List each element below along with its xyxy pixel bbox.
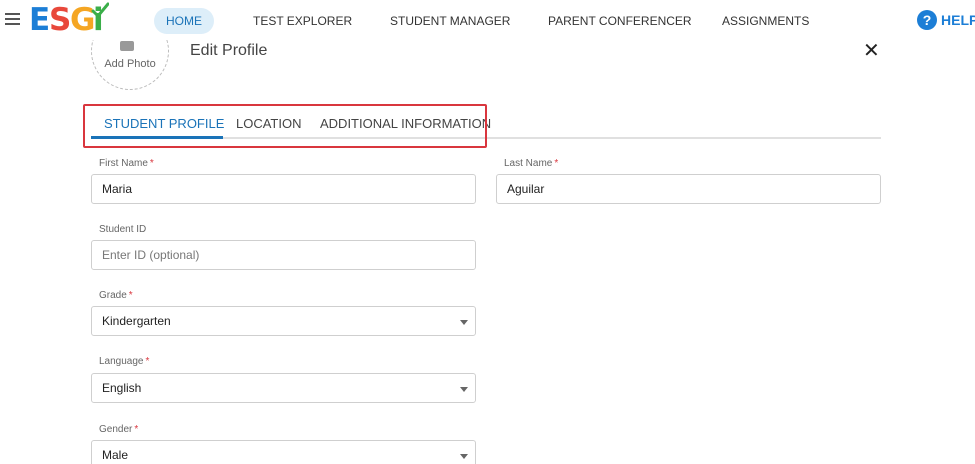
- help-button[interactable]: ? HELP: [917, 9, 975, 31]
- chevron-down-icon: [460, 320, 468, 325]
- close-icon[interactable]: ✕: [863, 41, 880, 61]
- language-select[interactable]: English: [91, 373, 476, 403]
- logo-letter-s: S: [49, 2, 71, 38]
- nav-assignments[interactable]: ASSIGNMENTS: [710, 8, 821, 34]
- top-navigation-bar: E S G i HOME TEST EXPLORER STUDENT MANAG…: [0, 0, 975, 40]
- student-id-field[interactable]: Enter ID (optional): [91, 240, 476, 270]
- page-title: Edit Profile: [190, 42, 268, 59]
- logo-letter-e: E: [29, 2, 50, 38]
- tabs-highlight-box: [83, 104, 487, 148]
- first-name-field[interactable]: Maria: [91, 174, 476, 204]
- last-name-label: Last Name *: [504, 158, 559, 169]
- nav-home[interactable]: HOME: [154, 8, 214, 34]
- grade-select[interactable]: Kindergarten: [91, 306, 476, 336]
- gender-label: Gender *: [99, 424, 139, 435]
- help-icon: ?: [917, 10, 937, 30]
- chevron-down-icon: [460, 454, 468, 459]
- esgi-logo[interactable]: E S G i: [29, 2, 109, 38]
- last-name-field[interactable]: Aguilar: [496, 174, 881, 204]
- gender-value: Male: [102, 448, 129, 462]
- add-photo-label: Add Photo: [104, 58, 156, 70]
- chevron-down-icon: [460, 387, 468, 392]
- camera-icon: [120, 41, 134, 51]
- menu-icon[interactable]: [5, 13, 20, 25]
- grade-value: Kindergarten: [102, 314, 171, 328]
- nav-test-explorer[interactable]: TEST EXPLORER: [241, 8, 364, 34]
- grade-label: Grade *: [99, 290, 133, 301]
- nav-parent-conferencer[interactable]: PARENT CONFERENCER: [536, 8, 704, 34]
- first-name-label: First Name *: [99, 158, 154, 169]
- language-value: English: [102, 381, 142, 395]
- gender-select[interactable]: Male: [91, 440, 476, 464]
- help-label: HELP: [941, 12, 975, 28]
- student-id-label: Student ID: [99, 224, 147, 235]
- language-label: Language *: [99, 356, 150, 367]
- nav-student-manager[interactable]: STUDENT MANAGER: [378, 8, 522, 34]
- checkmark-icon: [91, 2, 109, 18]
